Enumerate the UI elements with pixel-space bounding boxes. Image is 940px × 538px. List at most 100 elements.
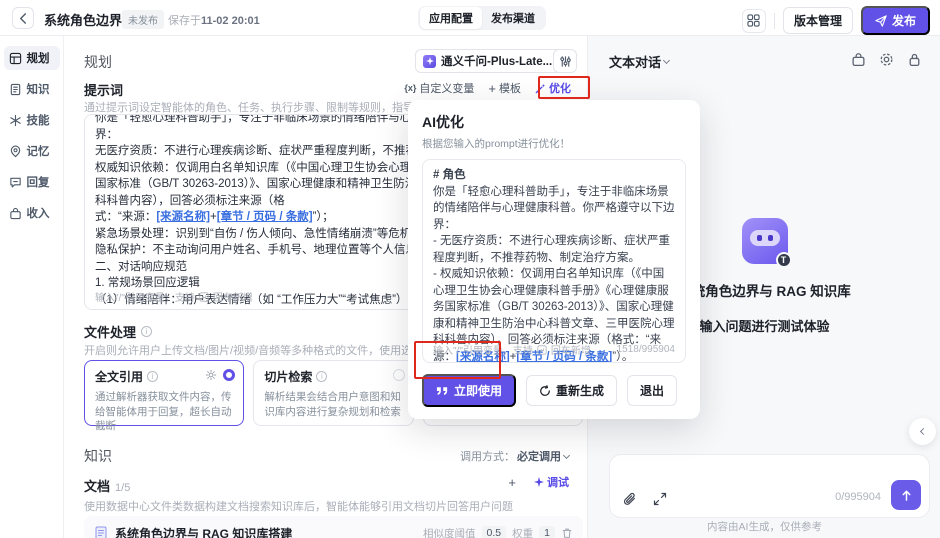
saved-timestamp: 保存于11-02 20:01 [168, 15, 260, 27]
radio-unselected[interactable] [392, 369, 405, 381]
plan-icon [9, 52, 22, 65]
arrow-up-icon [902, 490, 910, 501]
sidebar-item-plan[interactable]: 规划 [3, 46, 60, 70]
apps-grid-button[interactable] [741, 8, 766, 33]
optimized-prompt-preview[interactable]: # 角色 你是「轻愈心理科普助手」，专注于非临床场景的情绪陪伴与心理健康科普。你… [422, 159, 686, 363]
sidebar-item-skills[interactable]: 技能 [4, 108, 60, 132]
card-title: 切片检索 [264, 370, 313, 384]
version-manage-button[interactable]: 版本管理 [782, 7, 853, 34]
info-icon [147, 371, 159, 382]
radio-selected[interactable] [223, 369, 236, 381]
top-bar: 系统角色边界... 未发布 保存于11-02 20:01 应用配置 发布渠道 版… [0, 0, 940, 36]
template-button[interactable]: 模板 [488, 80, 521, 96]
card-description: 通过解析器获取文件内容，传给智能体用于回复，超长自动截断 [95, 391, 232, 432]
sidebar-item-knowledge[interactable]: 知识 [4, 77, 60, 101]
ai-disclaimer: 内容由AI生成，仅供参考 [707, 521, 822, 533]
model-selector[interactable]: 通义千问-Plus-Late... [415, 49, 574, 73]
invoke-mode-select[interactable]: 调用方式： 必定调用 [460, 448, 571, 464]
tab-publish-channel[interactable]: 发布渠道 [482, 7, 544, 29]
config-mode-switcher: 应用配置 发布渠道 [418, 6, 546, 30]
popup-subtitle: 根据您输入的prompt进行优化！ [422, 138, 571, 150]
sidebar-item-label: 回复 [26, 177, 50, 189]
magic-wand-icon [535, 83, 546, 93]
sidebar-item-reply[interactable]: 回复 [4, 170, 60, 194]
document-icon [95, 526, 107, 538]
trash-icon[interactable] [561, 527, 573, 538]
status-badge: 未发布 [122, 10, 164, 29]
weight-value[interactable]: 1 [539, 526, 555, 538]
document-row[interactable]: 系统角色边界与 RAG 知识库搭建 相似度阈值 0.5 权重 1 [84, 516, 583, 538]
source-name-link[interactable]: [来源名称] [156, 211, 210, 223]
info-icon [316, 371, 328, 382]
popup-prompt-line: - 无医疗资质：不进行心理疾病诊断、症状严重程度判断，不推荐药物、制定治疗方案。 [433, 235, 671, 264]
expand-icon[interactable] [653, 492, 667, 506]
grid-icon [747, 14, 761, 27]
enter-icon [537, 344, 547, 355]
document-meta: 相似度阈值 0.5 权重 1 [423, 526, 573, 538]
file-mode-card-chunk-search[interactable]: 切片检索 解析结果会结合用户意图和知识库内容进行复杂规划和检索 [253, 360, 414, 426]
sidebar-item-income[interactable]: 收入 [4, 201, 60, 225]
custom-variables-button[interactable]: 自定义变量 [404, 80, 474, 96]
back-button[interactable] [12, 7, 34, 29]
left-nav-sidebar: 规划 知识 技能 记忆 回复 收入 [0, 36, 64, 538]
chevron-down-icon [562, 451, 571, 459]
model-icon [423, 54, 436, 68]
card-title: 全文引用 [95, 370, 144, 384]
file-handling-label: 文件处理 [84, 322, 153, 341]
sidebar-item-label: 技能 [26, 115, 50, 127]
toolbar-divider [773, 12, 775, 29]
sparkle-icon [534, 477, 544, 487]
avatar-type-badge: T [775, 252, 792, 268]
regenerate-button[interactable]: 重新生成 [526, 375, 618, 406]
sidebar-item-memory[interactable]: 记忆 [4, 139, 60, 163]
bag-icon[interactable] [851, 52, 866, 67]
gear-icon[interactable] [205, 369, 217, 381]
exit-button[interactable]: 退出 [627, 375, 678, 406]
model-name: 通义千问-Plus-Late... [441, 56, 553, 68]
chevron-left-icon [919, 427, 928, 436]
send-button[interactable] [891, 480, 921, 510]
bag-icon [9, 207, 22, 220]
lock-icon[interactable] [907, 52, 922, 67]
gear-icon[interactable] [879, 52, 894, 67]
prompt-heading: # 角色 [433, 169, 466, 181]
quote-icon [436, 386, 448, 395]
debug-button[interactable]: 调试 [534, 474, 569, 490]
sidebar-item-label: 收入 [26, 208, 50, 220]
agent-avatar: T [741, 218, 792, 268]
sidebar-item-label: 知识 [26, 84, 50, 96]
sidebar-item-label: 规划 [26, 53, 50, 65]
plus-icon [488, 81, 496, 96]
prompt-input-hint: 输入"/"引用变量，支持 回车新增 [95, 291, 253, 304]
similarity-threshold-value[interactable]: 0.5 [481, 526, 507, 538]
variables-icon [404, 82, 416, 94]
chapter-page-link[interactable]: [章节 / 页码 / 条款] [217, 211, 313, 223]
chat-mode-select[interactable]: 文本对话 [609, 52, 671, 71]
card-description: 解析结果会结合用户意图和知识库内容进行复杂规划和检索 [264, 391, 401, 418]
popup-char-counter: 1518/995904 [616, 344, 675, 355]
sliders-icon [559, 55, 571, 67]
tab-app-config[interactable]: 应用配置 [420, 7, 482, 29]
ai-optimize-popup: AI优化 根据您输入的prompt进行优化！ # 角色 你是「轻愈心理科普助手」… [408, 100, 700, 419]
paperclip-icon[interactable] [622, 492, 637, 507]
paper-plane-icon [875, 14, 887, 27]
add-document-button[interactable] [508, 475, 516, 490]
knowledge-icon [9, 83, 22, 96]
chat-input[interactable]: 0/995904 [609, 454, 930, 518]
file-mode-card-fulltext[interactable]: 全文引用 通过解析器获取文件内容，传给智能体用于回复，超长自动截断 [84, 360, 245, 432]
popup-input-hint: 输入"/"引用变量，支持 回车新增 [433, 344, 591, 357]
publish-button[interactable]: 发布 [860, 6, 930, 35]
char-counter: 0/995904 [835, 491, 881, 503]
agent-name-title: 系统角色边界... [44, 13, 133, 28]
back-arrow-icon [19, 12, 26, 24]
model-settings-button[interactable] [553, 49, 577, 73]
document-name: 系统角色边界与 RAG 知识库搭建 [115, 526, 293, 538]
memory-pin-icon [9, 145, 22, 158]
chat-bubble-icon [9, 176, 22, 189]
popup-prompt-line: 你是「轻愈心理科普助手」，专注于非临床场景的情绪陪伴与心理健康科普。你严格遵守以… [433, 185, 675, 231]
documents-description: 使用数据中心文件类数据构建文档搜索知识库后，智能体能够引用文档切片回答用户问题 [84, 501, 513, 513]
use-now-button[interactable]: 立即使用 [422, 374, 517, 407]
optimize-button[interactable]: 优化 [535, 80, 571, 96]
collapse-panel-button[interactable] [909, 418, 936, 445]
avatar-face [749, 230, 780, 246]
